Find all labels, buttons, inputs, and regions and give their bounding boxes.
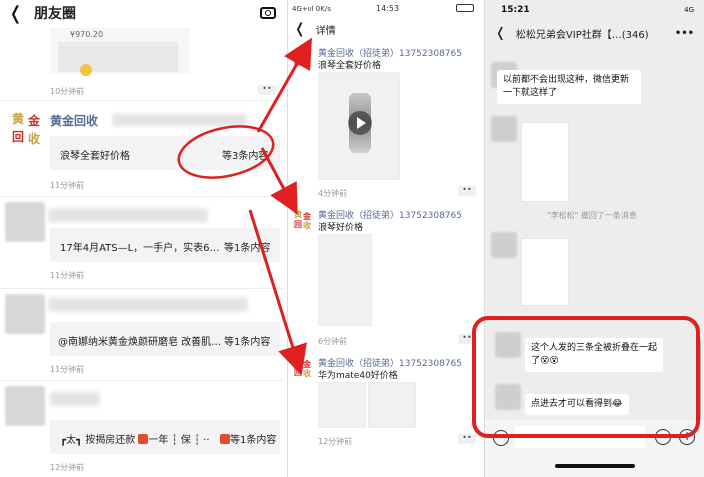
status-bar: 15:21 4G <box>485 0 704 22</box>
share-text: @南娜纳米黄金焕颜研磨皂 改善肌… <box>58 337 222 348</box>
gold-recycle-avatar[interactable]: 黄 金 回 收 <box>292 46 314 68</box>
avatar[interactable] <box>495 384 521 410</box>
emoji-icon[interactable] <box>655 429 671 445</box>
post-time: 6分钟前 <box>318 337 348 346</box>
blurred-name <box>50 392 100 406</box>
folded-share-card[interactable]: 浪琴全套好价格 等3条内容 <box>50 136 280 170</box>
post-text: 浪琴好价格 <box>318 223 364 233</box>
chevron-left-icon[interactable]: ❬ <box>495 26 506 41</box>
battery-icon <box>456 4 474 12</box>
post-image-card[interactable]: ¥970.20 <box>50 28 190 76</box>
avatar[interactable] <box>491 116 517 142</box>
page-title: 朋友圈 <box>34 6 76 22</box>
more-dots-button[interactable]: •• <box>458 434 476 444</box>
status-time: 14:53 <box>376 4 400 13</box>
post-text: 华为mate40好价格 <box>318 371 398 381</box>
avatar[interactable] <box>491 232 517 258</box>
avatar[interactable] <box>5 386 45 426</box>
more-dots-button[interactable]: •• <box>258 85 276 95</box>
post-time: 12分钟前 <box>50 463 85 472</box>
video-thumbnail[interactable] <box>318 72 400 180</box>
post-time: 4分钟前 <box>318 189 348 198</box>
post-image[interactable] <box>368 382 416 428</box>
chat-image[interactable] <box>521 238 569 306</box>
chat-input-bar: + <box>485 420 704 477</box>
red-square-icon <box>138 434 149 444</box>
share-text: 一年 ┆ 保 ┆ ·· <box>148 435 210 446</box>
status-network: 4G <box>684 6 694 14</box>
red-square-icon <box>220 434 230 444</box>
divider <box>0 100 284 101</box>
chevron-left-icon[interactable]: ❬ <box>8 3 28 24</box>
chat-message: 点进去才可以看得到😂 <box>525 394 629 415</box>
group-chat-panel: 15:21 4G ❬ 松松兄弟会VIP社群【…(346) ••• 以前都不会出现… <box>484 0 704 477</box>
avatar[interactable] <box>5 294 45 334</box>
moments-panel: ❬ 朋友圈 ¥970.20 10分钟前 •• 黄 金 回 收 黄金回收 浪琴全套… <box>0 0 284 477</box>
chat-message: 以前都不会出现这种，微信更新一下就这样了 <box>497 70 641 104</box>
page-title: 详情 <box>315 25 336 37</box>
gold-recycle-avatar[interactable]: 黄 金 回 收 <box>292 356 314 378</box>
more-dots-button[interactable]: •• <box>458 186 476 196</box>
more-items-text: 等1条内容 <box>224 243 271 254</box>
post-image[interactable] <box>318 234 372 326</box>
folded-share-card[interactable]: @南娜纳米黄金焕颜研磨皂 改善肌… 等1条内容 <box>50 322 280 356</box>
post-image[interactable] <box>318 382 366 428</box>
detail-header: ❬ 详情 <box>288 18 480 40</box>
moments-header: ❬ 朋友圈 <box>0 0 284 26</box>
status-bar: 4G+ııl 0K/s 14:53 <box>288 0 480 18</box>
share-text: 浪琴全套好价格 <box>60 151 130 162</box>
play-icon[interactable] <box>348 111 372 135</box>
avatar[interactable] <box>5 202 45 242</box>
status-network: 4G+ııl 0K/s <box>292 5 331 13</box>
detail-panel: 4G+ııl 0K/s 14:53 ❬ 详情 黄 金 回 收 黄金回收（招徒弟）… <box>287 0 480 477</box>
more-icon[interactable]: ••• <box>675 28 694 39</box>
home-indicator <box>555 464 635 468</box>
more-items-text: 等3条内容 <box>222 151 269 162</box>
chevron-left-icon[interactable]: ❬ <box>294 21 306 37</box>
emoji-icon <box>80 64 92 76</box>
folded-share-card[interactable]: ┏太┓ 按揭房还款 一年 ┆ 保 ┆ ·· 等1条内容 <box>50 420 280 454</box>
blurred-name <box>48 298 248 312</box>
share-text: ┏太┓ 按揭房还款 <box>60 435 136 446</box>
author-name[interactable]: 黄金回收 <box>50 112 98 129</box>
scrollbar[interactable] <box>699 340 701 420</box>
blurred-name <box>48 208 208 222</box>
avatar[interactable] <box>495 332 521 358</box>
chat-image[interactable] <box>521 122 569 202</box>
divider <box>0 380 284 381</box>
share-text: 17年4月ATS—L，一手户，实表6… <box>60 243 220 254</box>
post-image <box>58 42 178 72</box>
status-time: 15:21 <box>501 5 530 15</box>
chat-header: ❬ 松松兄弟会VIP社群【…(346) ••• <box>485 22 704 44</box>
chat-title: 松松兄弟会VIP社群【…(346) <box>515 29 649 41</box>
post-time: 10分钟前 <box>50 87 85 96</box>
camera-icon[interactable] <box>260 7 276 19</box>
post-time: 11分钟前 <box>50 365 85 374</box>
voice-icon[interactable] <box>493 430 509 446</box>
gold-recycle-avatar[interactable]: 黄 金 回 收 <box>292 208 314 230</box>
post-time: 12分钟前 <box>318 437 353 446</box>
more-items-text: 等1条内容 <box>230 435 277 446</box>
more-dots-button[interactable]: •• <box>458 334 476 344</box>
divider <box>0 196 284 197</box>
gold-recycle-avatar[interactable]: 黄 金 回 收 <box>8 108 46 146</box>
plus-icon[interactable]: + <box>679 429 695 445</box>
post-time: 11分钟前 <box>50 181 85 190</box>
message-input[interactable] <box>515 426 645 448</box>
more-items-text: 等1条内容 <box>224 337 271 348</box>
blurred-name <box>112 114 247 126</box>
system-message: "李松松" 撤回了一条消息 <box>547 211 637 220</box>
price-text: ¥970.20 <box>70 30 104 39</box>
post-time: 11分钟前 <box>50 271 85 280</box>
divider <box>0 288 284 289</box>
chat-message: 这个人发的三条全被折叠在一起了😵😵 <box>525 338 663 372</box>
folded-share-card[interactable]: 17年4月ATS—L，一手户，实表6… 等1条内容 <box>50 228 280 262</box>
post-text: 浪琴全套好价格 <box>318 61 382 71</box>
